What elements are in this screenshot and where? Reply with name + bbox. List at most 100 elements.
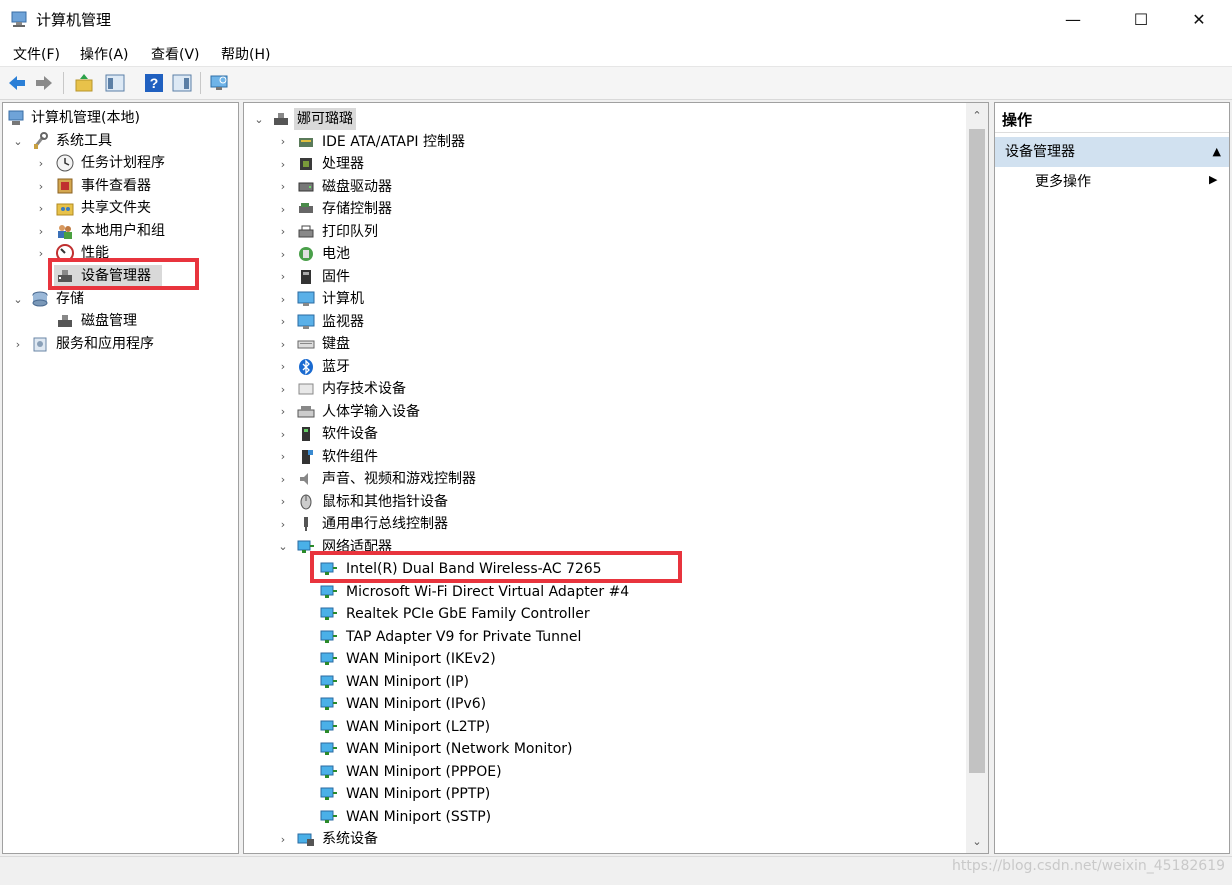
chevron-right-icon[interactable]: › bbox=[277, 513, 289, 535]
chevron-right-icon[interactable]: › bbox=[277, 446, 289, 468]
device-label: 人体学输入设备 bbox=[322, 403, 420, 420]
chevron-right-icon[interactable]: › bbox=[277, 221, 289, 243]
device-category[interactable]: › 内存技术设备 bbox=[244, 378, 964, 400]
tree-item-services-applications[interactable]: › 服务和应用程序 bbox=[3, 333, 238, 355]
tree-item-task-scheduler[interactable]: › 任务计划程序 bbox=[3, 152, 238, 174]
chevron-right-icon[interactable]: › bbox=[277, 423, 289, 445]
collapse-up-icon[interactable]: ▲ bbox=[1213, 137, 1221, 167]
scroll-up-arrow[interactable]: ⌃ bbox=[966, 105, 988, 125]
network-adapter-item[interactable]: WAN Miniport (PPTP) bbox=[244, 783, 964, 805]
device-category[interactable]: › 打印队列 bbox=[244, 221, 964, 243]
scroll-down-arrow[interactable]: ⌄ bbox=[966, 831, 988, 851]
device-label: 打印队列 bbox=[322, 223, 378, 240]
chevron-right-icon[interactable]: › bbox=[277, 491, 289, 513]
tree-item-shared-folders[interactable]: › 共享文件夹 bbox=[3, 197, 238, 219]
show-hide-console-tree-icon[interactable] bbox=[104, 72, 126, 94]
help-icon[interactable]: ? bbox=[143, 72, 165, 94]
chevron-right-icon[interactable]: › bbox=[277, 131, 289, 153]
chevron-right-icon[interactable]: › bbox=[277, 333, 289, 355]
more-actions-item[interactable]: 更多操作 bbox=[1035, 171, 1091, 193]
chevron-right-icon[interactable]: › bbox=[35, 152, 47, 174]
up-folder-icon[interactable] bbox=[73, 72, 95, 94]
chevron-right-icon[interactable]: › bbox=[35, 242, 47, 264]
network-adapter-item[interactable]: TAP Adapter V9 for Private Tunnel bbox=[244, 626, 964, 648]
chevron-right-icon[interactable]: › bbox=[35, 220, 47, 242]
device-category[interactable]: › 处理器 bbox=[244, 153, 964, 175]
sound-icon bbox=[300, 473, 308, 485]
chevron-right-icon[interactable]: › bbox=[277, 266, 289, 288]
back-arrow-icon[interactable] bbox=[6, 72, 28, 94]
chevron-right-icon[interactable]: › bbox=[277, 311, 289, 333]
tree-root-computer-management[interactable]: 计算机管理(本地) bbox=[3, 107, 238, 129]
chevron-right-icon[interactable]: › bbox=[35, 197, 47, 219]
actions-section-device-manager[interactable]: 设备管理器 ▲ bbox=[995, 137, 1229, 167]
device-category[interactable]: › 电池 bbox=[244, 243, 964, 265]
device-category[interactable]: › 声音、视频和游戏控制器 bbox=[244, 468, 964, 490]
chevron-right-icon[interactable]: › bbox=[277, 198, 289, 220]
network-adapter-item[interactable]: Microsoft Wi-Fi Direct Virtual Adapter #… bbox=[244, 581, 964, 603]
forward-arrow-icon[interactable] bbox=[33, 72, 55, 94]
chevron-down-icon[interactable]: ⌄ bbox=[12, 288, 24, 310]
chevron-right-icon[interactable]: › bbox=[277, 288, 289, 310]
device-category[interactable]: › 计算机 bbox=[244, 288, 964, 310]
menu-help[interactable]: 帮助(H) bbox=[221, 44, 270, 64]
tree-item-storage[interactable]: ⌄ 存储 bbox=[3, 288, 238, 310]
chevron-right-icon[interactable]: › bbox=[277, 356, 289, 378]
device-label: WAN Miniport (L2TP) bbox=[346, 718, 491, 735]
network-adapter-item[interactable]: WAN Miniport (PPPOE) bbox=[244, 761, 964, 783]
device-category[interactable]: › 固件 bbox=[244, 266, 964, 288]
menu-file[interactable]: 文件(F) bbox=[13, 44, 60, 64]
device-category[interactable]: › 鼠标和其他指针设备 bbox=[244, 491, 964, 513]
device-category[interactable]: › 存储控制器 bbox=[244, 198, 964, 220]
chevron-down-icon[interactable]: ⌄ bbox=[253, 108, 265, 130]
menu-view[interactable]: 查看(V) bbox=[151, 44, 200, 64]
vertical-scrollbar[interactable]: ⌃ ⌄ bbox=[966, 103, 988, 853]
device-category[interactable]: › 蓝牙 bbox=[244, 356, 964, 378]
tree-item-event-viewer[interactable]: › 事件查看器 bbox=[3, 175, 238, 197]
software-device-icon bbox=[302, 427, 310, 441]
network-adapter-item[interactable]: WAN Miniport (L2TP) bbox=[244, 716, 964, 738]
device-category[interactable]: › 键盘 bbox=[244, 333, 964, 355]
device-tree-root[interactable]: ⌄ 娜可璐璐 bbox=[244, 108, 964, 130]
tree-item-local-users-groups[interactable]: › 本地用户和组 bbox=[3, 220, 238, 242]
network-adapter-item[interactable]: WAN Miniport (Network Monitor) bbox=[244, 738, 964, 760]
chevron-right-icon[interactable]: › bbox=[12, 333, 24, 355]
minimize-button[interactable]: — bbox=[1050, 0, 1096, 38]
network-adapter-item[interactable]: WAN Miniport (IP) bbox=[244, 671, 964, 693]
menu-action[interactable]: 操作(A) bbox=[80, 44, 129, 64]
device-category[interactable]: › 磁盘驱动器 bbox=[244, 176, 964, 198]
network-adapter-item[interactable]: WAN Miniport (SSTP) bbox=[244, 806, 964, 828]
toolbar: ? bbox=[0, 67, 1232, 100]
device-category[interactable]: › 软件设备 bbox=[244, 423, 964, 445]
device-label: Microsoft Wi-Fi Direct Virtual Adapter #… bbox=[346, 583, 630, 600]
device-category[interactable]: › IDE ATA/ATAPI 控制器 bbox=[244, 131, 964, 153]
network-adapter-icon bbox=[320, 585, 337, 598]
chevron-down-icon[interactable]: ⌄ bbox=[277, 536, 289, 558]
chevron-down-icon[interactable]: ⌄ bbox=[12, 130, 24, 152]
network-adapter-item[interactable]: WAN Miniport (IKEv2) bbox=[244, 648, 964, 670]
chevron-right-icon[interactable]: › bbox=[277, 468, 289, 490]
device-category[interactable]: › 通用串行总线控制器 bbox=[244, 513, 964, 535]
maximize-button[interactable]: ☐ bbox=[1118, 0, 1164, 38]
chevron-right-icon[interactable]: › bbox=[277, 243, 289, 265]
chevron-right-icon[interactable]: › bbox=[277, 828, 289, 850]
device-category[interactable]: › 监视器 bbox=[244, 311, 964, 333]
chevron-right-icon[interactable]: › bbox=[277, 153, 289, 175]
monitor-scan-icon[interactable] bbox=[208, 72, 230, 94]
tree-item-system-tools[interactable]: ⌄ 系统工具 bbox=[3, 130, 238, 152]
network-adapter-item[interactable]: WAN Miniport (IPv6) bbox=[244, 693, 964, 715]
network-adapter-item[interactable]: Realtek PCIe GbE Family Controller bbox=[244, 603, 964, 625]
tree-item-disk-management[interactable]: 磁盘管理 bbox=[3, 310, 238, 332]
scrollbar-thumb[interactable] bbox=[969, 129, 985, 773]
close-button[interactable]: ✕ bbox=[1176, 0, 1222, 38]
chevron-right-icon[interactable]: › bbox=[277, 401, 289, 423]
device-label: WAN Miniport (PPPOE) bbox=[346, 763, 502, 780]
show-hide-action-pane-icon[interactable] bbox=[171, 72, 193, 94]
submenu-arrow-icon[interactable]: ▶ bbox=[1209, 173, 1217, 186]
chevron-right-icon[interactable]: › bbox=[35, 175, 47, 197]
chevron-right-icon[interactable]: › bbox=[277, 176, 289, 198]
device-category-system-devices[interactable]: › 系统设备 bbox=[244, 828, 964, 850]
device-category[interactable]: › 人体学输入设备 bbox=[244, 401, 964, 423]
chevron-right-icon[interactable]: › bbox=[277, 378, 289, 400]
device-category[interactable]: › 软件组件 bbox=[244, 446, 964, 468]
